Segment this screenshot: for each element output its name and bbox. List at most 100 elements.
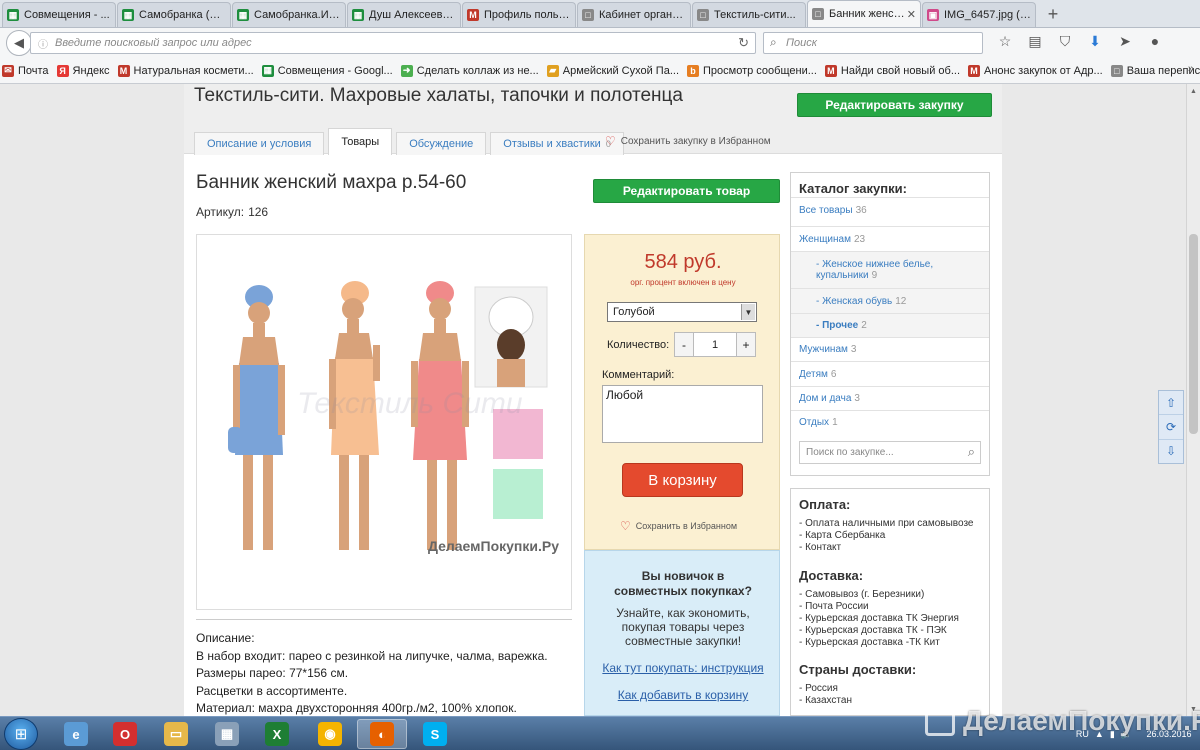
browser-tab[interactable]: ▦ Совмещения - ... [2,2,116,27]
download-icon[interactable]: ⬇ [1080,33,1110,50]
payment-item: - Контакт [799,542,842,553]
browser-tab[interactable]: □ Кабинет органи... [577,2,691,27]
how-to-add-to-cart-link[interactable]: Как добавить в корзину [585,688,781,702]
bookmark-item[interactable]: M Найди свой новый об... [824,64,960,77]
newbie-info-box: Вы новичок в совместных покупках? Узнайт… [584,550,780,716]
scroll-up-icon[interactable]: ▲ [1187,84,1200,98]
browser-tab[interactable]: □ Банник женск... ✕ [807,0,921,27]
taskbar-opera[interactable]: O [100,719,150,749]
product-title: Банник женский махра р.54-60 [196,172,467,193]
catalog-search-input[interactable]: Поиск по закупке... ⌕ [799,441,981,464]
scrollbar-thumb[interactable] [1189,234,1198,434]
description-line: Описание: [196,631,255,645]
reload-icon[interactable]: ↻ [738,35,749,51]
info-icon[interactable]: ⓘ [38,36,48,51]
bookmark-item[interactable]: ▦ Совмещения - Googl... [261,64,393,77]
catalog-panel: Каталог закупки: Все товары 36 Женщинам 23-… [790,172,990,476]
product-photo[interactable]: Текстиль Сити ДелаемПокупки.Ру [196,234,572,610]
vertical-scrollbar[interactable]: ▲ ▼ [1186,84,1200,716]
purchase-tab[interactable]: Отзывы и хвастики 0 [490,132,624,155]
quantity-plus-button[interactable]: + [737,333,755,356]
bookmark-star-icon[interactable]: ☆ [990,33,1020,50]
purchase-tab-label: Описание и условия [207,138,312,150]
pocket-icon[interactable]: ⛉ [1050,33,1080,50]
catalog-item-count: 2 [861,320,867,331]
delivery-item: - Курьерская доставка ТК Энергия [799,613,959,624]
bookmark-item[interactable]: □Ваша переписка с Ste... [1110,64,1200,77]
taskbar-explorer[interactable]: e [51,719,101,749]
quantity-input[interactable]: 1 [693,333,737,356]
browser-tab[interactable]: □ Текстиль-сити... [692,2,806,27]
scroll-top-icon[interactable]: ⇧ [1159,391,1183,416]
newbie-title-line1: Вы новичок в [641,569,725,583]
bookmark-item[interactable]: ✉ Почта [2,64,49,77]
url-placeholder: Введите поисковый запрос или адрес [55,37,252,49]
add-to-cart-button[interactable]: В корзину [622,463,743,497]
url-bar[interactable]: ⓘ Введите поисковый запрос или адрес ↻ [30,32,756,54]
chat-icon[interactable]: ● [1140,33,1170,50]
send-icon[interactable]: ➤ [1110,33,1140,50]
search-bar[interactable]: ⌕ Поиск [763,32,983,54]
comment-textarea[interactable]: Любой [602,385,763,443]
edit-product-button[interactable]: Редактировать товар [593,179,780,203]
catalog-item[interactable]: - Женское нижнее белье, купальники 9 [791,251,989,288]
new-tab-button[interactable]: + [1041,2,1065,26]
catalog-item[interactable]: Все товары 36 [791,197,989,222]
refresh-icon[interactable]: ⟳ [1159,415,1183,440]
edit-purchase-button[interactable]: Редактировать закупку [797,93,992,117]
scroll-bottom-icon[interactable]: ⇩ [1159,440,1183,463]
catalog-item[interactable]: - Прочее 2 [791,313,989,337]
browser-tab[interactable]: ▦ Самобранка (ад... [117,2,231,27]
purchase-tab[interactable]: Обсуждение [396,132,487,155]
bookmark-item[interactable]: M Натуральная космети... [117,64,254,77]
countries-item: - Казахстан [799,695,852,706]
catalog-item-text: - Женское нижнее белье, купальники 9 [816,259,933,281]
bookmark-item[interactable]: ➜ Сделать коллаж из не... [400,64,539,77]
bookmark-item[interactable]: M Анонс закупок от Адр... [968,64,1103,77]
catalog-item[interactable]: Детям 6 [791,361,989,386]
description-line: В набор входит: парео с резинкой на липу… [196,648,548,663]
bookmark-label: Яндекс [72,64,110,77]
sheets-icon: ▦ [237,9,249,21]
bookmarks-overflow-icon[interactable]: » [1188,63,1194,75]
back-button[interactable]: ◀ [6,30,32,56]
browser-tab[interactable]: ▦ Самобранка.ИК... [232,2,346,27]
taskbar-folder[interactable]: ▭ [151,719,201,749]
taskbar-calculator[interactable]: ▦ [202,719,252,749]
taskbar-firefox[interactable]: ◐ [357,719,407,749]
page-icon: □ [582,9,594,21]
purchase-tabs: Описание и условия Товары Обсуждение Отзывы… [194,128,628,155]
catalog-item[interactable]: Отдых 1 [791,410,989,434]
bookmark-label: Почта [18,64,49,77]
page-icon: □ [1110,64,1123,77]
close-icon[interactable]: ✕ [907,8,916,21]
catalog-item[interactable]: - Женская обувь 12 [791,288,989,313]
browser-tab[interactable]: M Профиль польз... [462,2,576,27]
chevron-down-icon[interactable]: ▼ [741,304,755,320]
quantity-minus-button[interactable]: - [675,333,693,356]
save-item-favorite[interactable]: ♡ Сохранить в Избранном [620,519,737,533]
clipboard-icon[interactable]: ▤ [1020,33,1050,50]
search-icon[interactable]: ⌕ [968,444,975,460]
taskbar-chrome[interactable]: ◉ [305,719,355,749]
browser-tab[interactable]: ▣ IMG_6457.jpg (И... [922,2,1036,27]
bookmark-item[interactable]: Я Яндекс [56,64,110,77]
taskbar-excel[interactable]: X [252,719,302,749]
bookmark-item[interactable]: ▰ Армейский Сухой Па... [546,64,679,77]
catalog-item[interactable]: Женщинам 23 [791,226,989,251]
purchase-tab[interactable]: Описание и условия [194,132,325,155]
how-to-buy-link[interactable]: Как тут покупать: инструкция [585,661,781,675]
windows-icon[interactable]: ⊞ [4,718,38,750]
taskbar-skype[interactable]: S [410,719,460,749]
color-select[interactable]: Голубой ▼ [607,302,757,322]
save-purchase-favorite[interactable]: ♡ Сохранить закупку в Избранном [605,134,771,148]
browser-tab-title: Текстиль-сити... [714,9,796,21]
catalog-item[interactable]: Дом и дача 3 [791,386,989,410]
browser-tab[interactable]: ▦ Душ Алексеева... [347,2,461,27]
bookmark-label: Совмещения - Googl... [277,64,393,77]
bookmark-item[interactable]: b Просмотр сообщени... [687,64,817,77]
purchase-tab[interactable]: Товары [328,128,393,155]
browser-tab-title: IMG_6457.jpg (И... [944,9,1031,21]
catalog-item[interactable]: Мужчинам 3 [791,337,989,361]
menu-icon[interactable]: ≡ [1194,33,1200,50]
